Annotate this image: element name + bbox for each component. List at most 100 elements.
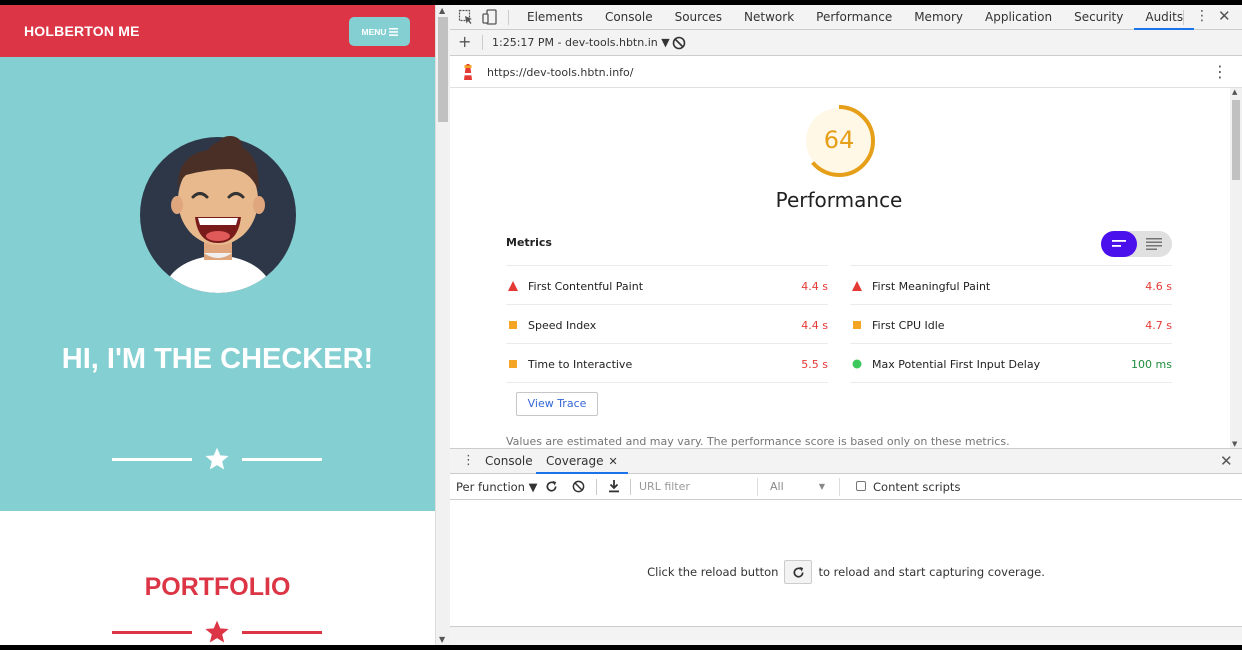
circle-icon xyxy=(852,359,862,369)
tab-audits[interactable]: Audits xyxy=(1134,5,1195,30)
tab-console[interactable]: Console xyxy=(594,5,664,30)
metrics-heading: Metrics xyxy=(506,236,552,249)
more-options-icon[interactable]: ⋮ xyxy=(1195,8,1209,24)
close-drawer-icon[interactable]: ✕ xyxy=(1220,452,1233,470)
triangle-icon xyxy=(508,281,518,291)
clear-reports-icon[interactable] xyxy=(672,36,686,50)
scroll-down-arrow-icon[interactable]: ▼ xyxy=(439,635,445,644)
hero-title: HI, I'M THE CHECKER! xyxy=(61,343,374,375)
url-filter-input[interactable]: URL filter xyxy=(633,478,758,496)
drawer-tab-coverage-label: Coverage xyxy=(546,454,604,468)
toolbar-separator xyxy=(482,35,483,50)
reload-coverage-button[interactable] xyxy=(784,560,813,584)
scroll-up-arrow-icon[interactable]: ▲ xyxy=(439,6,445,15)
reload-icon xyxy=(793,566,804,578)
type-filter-select[interactable]: All ▼ xyxy=(762,478,840,496)
coverage-message-before: Click the reload button xyxy=(647,565,779,579)
inspect-element-icon[interactable] xyxy=(458,9,474,25)
drawer-tab-coverage[interactable]: Coverage ✕ xyxy=(536,454,628,474)
portfolio-title: PORTFOLIO xyxy=(144,573,291,601)
toolbar-separator xyxy=(630,479,631,495)
scrollbar-thumb[interactable] xyxy=(438,17,448,122)
tab-memory[interactable]: Memory xyxy=(903,5,974,30)
scroll-up-arrow-icon[interactable]: ▲ xyxy=(1232,88,1237,96)
tab-elements[interactable]: Elements xyxy=(516,5,594,30)
metrics-disclaimer: Values are estimated and may vary. The p… xyxy=(506,435,1010,448)
devtools-tab-bar: Elements Console Sources Network Perform… xyxy=(450,5,1242,30)
tab-sources[interactable]: Sources xyxy=(664,5,733,30)
hero-section: HI, I'M THE CHECKER! xyxy=(0,57,435,511)
device-toolbar-icon[interactable] xyxy=(482,9,498,25)
coverage-body: Click the reload button to reload and st… xyxy=(450,500,1242,626)
metric-label: Time to Interactive xyxy=(528,358,633,371)
metric-value: 4.7 s xyxy=(1145,319,1172,332)
metric-row: Max Potential First Input Delay 100 ms xyxy=(850,343,1172,382)
toggle-compact-view[interactable] xyxy=(1101,231,1137,257)
content-scripts-label[interactable]: Content scripts xyxy=(873,480,960,494)
compact-list-icon xyxy=(1112,240,1126,247)
divider-line xyxy=(242,458,322,461)
devtools-panel: Elements Console Sources Network Perform… xyxy=(450,5,1242,645)
scrollbar-thumb[interactable] xyxy=(1232,100,1240,180)
tab-performance[interactable]: Performance xyxy=(805,5,903,30)
export-download-icon[interactable] xyxy=(608,479,620,493)
view-trace-button[interactable]: View Trace xyxy=(516,392,598,416)
expanded-list-icon[interactable] xyxy=(1146,238,1162,250)
metric-label: First CPU Idle xyxy=(872,319,945,332)
metric-value: 5.5 s xyxy=(801,358,828,371)
hero-divider xyxy=(112,445,322,473)
metric-label: Max Potential First Input Delay xyxy=(872,358,1041,371)
page-scrollbar[interactable]: ▲ ▼ xyxy=(435,5,450,645)
new-audit-plus-icon[interactable]: + xyxy=(458,32,471,51)
content-scripts-checkbox[interactable] xyxy=(856,481,866,491)
report-url[interactable]: https://dev-tools.hbtn.info/ xyxy=(487,66,634,79)
metric-label: First Contentful Paint xyxy=(528,280,644,293)
drawer-menu-icon[interactable]: ⋮ xyxy=(462,453,475,468)
metric-row: First CPU Idle 4.7 s xyxy=(850,304,1172,343)
site-navbar: HOLBERTON ME MENU xyxy=(0,5,435,57)
star-icon xyxy=(205,447,229,470)
metric-value: 4.6 s xyxy=(1145,280,1172,293)
site-brand[interactable]: HOLBERTON ME xyxy=(24,23,140,39)
category-title: Performance xyxy=(775,188,903,212)
metric-label: First Meaningful Paint xyxy=(872,280,991,293)
metric-divider xyxy=(506,382,828,383)
avatar-image xyxy=(140,136,296,293)
clear-icon[interactable] xyxy=(572,480,585,493)
metric-label: Speed Index xyxy=(528,319,597,332)
triangle-icon xyxy=(852,281,862,291)
audit-report: 64 Performance Metrics First Contentful … xyxy=(450,88,1230,448)
metric-value: 4.4 s xyxy=(801,280,828,293)
reload-icon[interactable] xyxy=(545,480,558,493)
tab-security[interactable]: Security xyxy=(1063,5,1134,30)
per-function-select[interactable]: Per function ▼ xyxy=(456,480,537,494)
divider-line xyxy=(112,458,192,461)
scroll-down-arrow-icon[interactable]: ▼ xyxy=(1232,440,1237,448)
metrics-view-toggle[interactable] xyxy=(1101,231,1172,257)
report-scrollbar[interactable]: ▲ ▼ xyxy=(1230,88,1242,448)
close-tab-icon[interactable]: ✕ xyxy=(609,455,618,468)
toolbar-separator xyxy=(1183,10,1184,25)
report-menu-icon[interactable]: ⋮ xyxy=(1212,62,1228,81)
drawer-status-bar xyxy=(450,626,1242,645)
hamburger-icon xyxy=(388,27,398,36)
metric-row: First Meaningful Paint 4.6 s xyxy=(850,265,1172,304)
divider-line xyxy=(242,631,322,634)
report-selector[interactable]: 1:25:17 PM - dev-tools.hbtn.in ▼ xyxy=(492,36,670,49)
tab-network[interactable]: Network xyxy=(733,5,805,30)
menu-button-label: MENU xyxy=(361,26,387,37)
close-devtools-icon[interactable]: ✕ xyxy=(1218,7,1231,25)
portfolio-divider xyxy=(112,618,322,645)
metric-row: Speed Index 4.4 s xyxy=(506,304,828,343)
report-url-bar: https://dev-tools.hbtn.info/ ⋮ xyxy=(450,56,1242,88)
tab-application[interactable]: Application xyxy=(974,5,1063,30)
lighthouse-logo-icon xyxy=(464,64,472,80)
audits-toolbar: + 1:25:17 PM - dev-tools.hbtn.in ▼ xyxy=(450,30,1242,56)
type-filter-value: All xyxy=(770,480,784,493)
metric-value: 4.4 s xyxy=(801,319,828,332)
metric-row: Time to Interactive 5.5 s xyxy=(506,343,828,382)
drawer-tab-console[interactable]: Console xyxy=(485,454,533,468)
menu-button[interactable]: MENU xyxy=(349,17,410,46)
devtools-tabs: Elements Console Sources Network Perform… xyxy=(516,5,1195,30)
coverage-message-after: to reload and start capturing coverage. xyxy=(818,565,1045,579)
